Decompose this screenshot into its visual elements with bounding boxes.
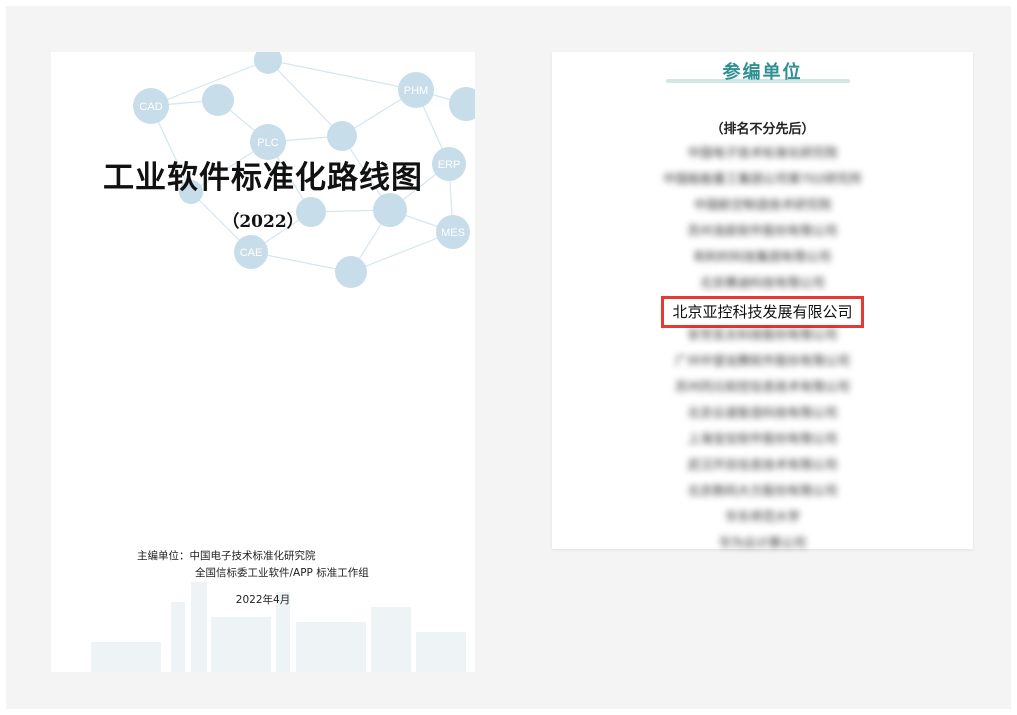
unit-item: 上海宝信软件股份有限公司 bbox=[687, 431, 838, 446]
cover-year: （2022） bbox=[222, 212, 304, 232]
unit-item: 安世亚太科技股份有限公司 bbox=[687, 327, 838, 342]
unit-item: 华东师范大学 bbox=[724, 509, 800, 524]
unit-item: 中国船舶重工集团公司第702研究所 bbox=[663, 171, 862, 186]
unit-item: 武汉开目信息技术有限公司 bbox=[687, 457, 838, 472]
unit-item: 广州中望龙腾软件股份有限公司 bbox=[674, 353, 850, 368]
unit-item: 中国电子技术标准化研究院 bbox=[687, 145, 838, 160]
network-illustration: CAD PLC PHM ERP CAE MES bbox=[133, 52, 475, 288]
chief-editor-1: 中国电子技术标准化研究院 bbox=[189, 550, 316, 562]
network-label-plc: PLC bbox=[257, 137, 278, 149]
chief-editor-2: 全国信标委工业软件/APP 标准工作组 bbox=[195, 567, 369, 579]
network-label-cad: CAD bbox=[139, 101, 162, 113]
units-header: 参编单位 bbox=[722, 62, 803, 83]
cover-date: 2022年4月 bbox=[235, 594, 291, 606]
viewer-background: CAD PLC PHM ERP CAE MES 工业软件标准化路线图 （2022… bbox=[6, 6, 1011, 709]
unit-item: 北京数码大方股份有限公司 bbox=[687, 483, 838, 498]
unit-item: 中国航空制造技术研究院 bbox=[693, 197, 832, 212]
participating-units-page: 参编单位 （排名不分先后） 中国电子技术标准化研究院 中国船舶重工集团公司第70… bbox=[552, 52, 973, 550]
network-label-cae: CAE bbox=[240, 247, 263, 259]
chief-editor-label: 主编单位： bbox=[137, 550, 190, 562]
cover-page: CAD PLC PHM ERP CAE MES 工业软件标准化路线图 （2022… bbox=[51, 52, 475, 672]
unit-item: 北京赛迪科技有限公司 bbox=[699, 275, 825, 290]
unit-item-highlighted: 北京亚控科技发展有限公司 bbox=[552, 296, 973, 328]
unit-item: 苏州浩辰软件股份有限公司 bbox=[687, 223, 838, 238]
chief-editors: 主编单位：中国电子技术标准化研究院 全国信标委工业软件/APP 标准工作组 bbox=[137, 548, 369, 582]
unit-list: 中国电子技术标准化研究院 中国船舶重工集团公司第702研究所 中国航空制造技术研… bbox=[552, 140, 973, 556]
ranking-note: （排名不分先后） bbox=[710, 122, 815, 137]
unit-item: 华为云计算公司 bbox=[718, 535, 807, 550]
cover-title: 工业软件标准化路线图 bbox=[103, 160, 423, 196]
network-label-phm: PHM bbox=[404, 85, 428, 97]
unit-item: 苏州同元软控信息技术有限公司 bbox=[674, 379, 850, 394]
unit-item: 和利时科技集团有限公司 bbox=[693, 249, 832, 264]
unit-item: 北京云道智造科技有限公司 bbox=[687, 405, 838, 420]
